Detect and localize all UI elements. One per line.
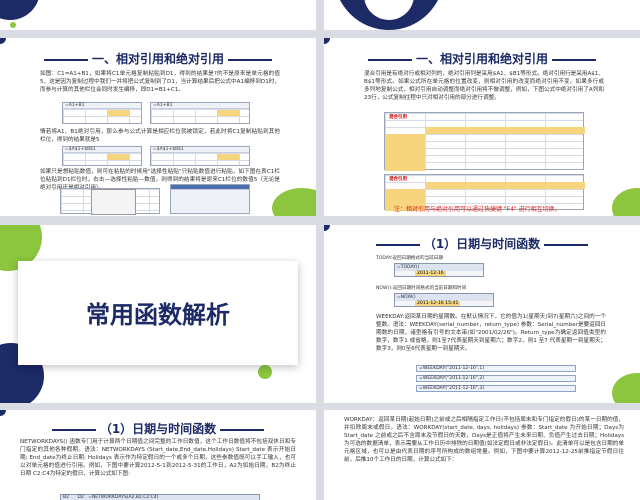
slide-title: 一、相对引用和绝对引用 xyxy=(324,50,640,67)
workday-description: WORKDAY：返回某日期(起始日期)之前或之后相隔指定工作日(不包括周末和专门… xyxy=(344,417,624,463)
networkdays-description: NETWORKDAYS() 函数专门用于计算两个日期值之间完整的工作日数值，这个… xyxy=(20,439,296,477)
paragraph-1: 混合引用是有绝对行或相对列的，绝对引用列是采用$A1、$B1等形式。绝对引用行是… xyxy=(364,71,604,101)
slide-date-time-functions[interactable]: （1）日期与时间函数 TODAY:返回日期格式的当前日期 =TODAY() 20… xyxy=(324,225,640,403)
today-label: TODAY:返回日期格式的当前日期 xyxy=(376,256,443,261)
mixed-reference-table-1: 混合引用 xyxy=(384,112,585,171)
weekday-example-2: =WEEKDAY("2011-12-16",2) xyxy=(416,375,576,382)
spreadsheet-image: =A1+B1 xyxy=(62,102,142,124)
slide-thumbnail-1[interactable] xyxy=(324,0,640,30)
weekday-example-3: =WEEKDAY("2011-12-16",3) xyxy=(416,385,576,392)
paragraph-1: 如图：C1=A1+B1，如果将C1单元格复制粘贴到D1，得到的结果是?的不是原来… xyxy=(40,71,280,93)
slide-networkdays[interactable]: （1）日期与时间函数 NETWORKDAYS() 函数专门用于计算两个日期值之间… xyxy=(0,410,316,500)
slide-relative-reference[interactable]: 一、相对引用和绝对引用 如图：C1=A1+B1，如果将C1单元格复制粘贴到D1，… xyxy=(0,38,316,216)
spreadsheet-image: =A1+B1 xyxy=(150,102,250,124)
paragraph-2: 情若将A1、B1绝对引用，那么参与公式计算是相应栏位就被锁定，若此时将C1复制粘… xyxy=(40,129,280,143)
decor-corner xyxy=(324,225,330,231)
spreadsheet-image: =$A$1+$B$1 xyxy=(62,146,142,166)
slide-title: （1）日期与时间函数 xyxy=(324,235,640,252)
decor-corner xyxy=(0,410,6,416)
networkdays-screenshot: B2 D2 =NETWORKDAYS(A2,B2,C2:C4) xyxy=(60,494,260,500)
now-screenshot: =NOW() 2011-12-16 15:41 xyxy=(394,293,494,307)
decor-blob xyxy=(612,188,640,216)
title-card: 常用函数解析 xyxy=(18,261,298,365)
slide-title: （1）日期与时间函数 xyxy=(0,420,316,437)
now-label: NOW():返回日期时间格式的当前日期和时间 xyxy=(376,286,467,291)
context-menu-image xyxy=(60,188,160,215)
shortcut-note: 注：相对引用与绝对引用可以通过快捷键 "F4" 进行相互切换。 xyxy=(394,206,561,213)
decor-dot xyxy=(258,365,272,379)
decor-corner xyxy=(324,38,330,44)
decor-corner xyxy=(0,38,6,44)
paste-special-dialog-image xyxy=(170,184,250,214)
decor-blob xyxy=(272,188,316,216)
slide-workday[interactable]: WORKDAY：返回某日期(起始日期)之前或之后相隔指定工作日(不包括周末和专门… xyxy=(324,410,640,500)
spreadsheet-image: =$A$1+$B$1 xyxy=(150,146,250,166)
slide-thumbnail-0[interactable] xyxy=(0,0,316,30)
decor-dot xyxy=(10,22,16,28)
decor-blob xyxy=(612,373,640,403)
today-screenshot: =TODAY() 2011-12-16 xyxy=(394,263,484,277)
weekday-example-1: =WEEKDAY("2011-12-16",1) xyxy=(416,365,576,372)
slide-mixed-reference[interactable]: 一、相对引用和绝对引用 混合引用是有绝对行或相对列的，绝对引用列是采用$A1、$… xyxy=(324,38,640,216)
weekday-description: WEEKDAY:返回某日期的星期数。在默认情况下，它的值为1(星期天)到7(星期… xyxy=(376,314,607,352)
slide-title: 一、相对引用和绝对引用 xyxy=(0,50,316,67)
section-title: 常用函数解析 xyxy=(86,301,230,329)
slide-section-title[interactable]: 常用函数解析 xyxy=(0,225,316,403)
decor-circle xyxy=(0,0,40,20)
